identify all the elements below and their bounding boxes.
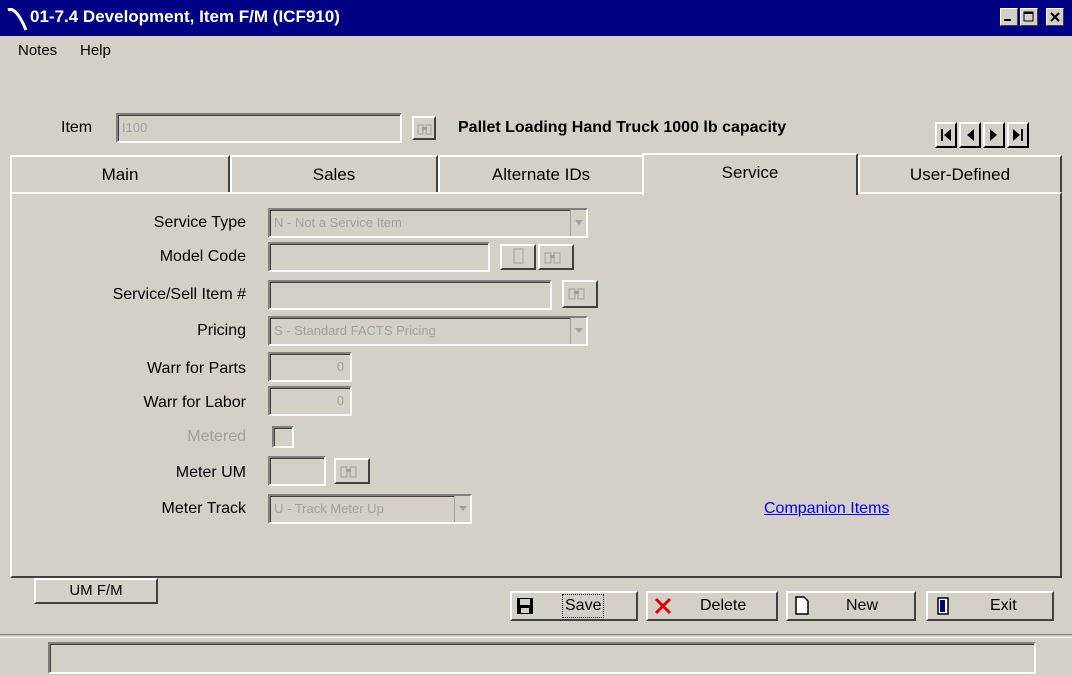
title-bar: 01-7.4 Development, Item F/M (ICF910) — [0, 0, 1072, 36]
chevron-down-icon[interactable] — [454, 496, 470, 522]
chevron-down-icon[interactable] — [570, 318, 586, 344]
nav-first-button[interactable] — [935, 122, 957, 148]
close-icon — [1050, 12, 1060, 22]
tab-alternate-ids[interactable]: Alternate IDs — [438, 155, 644, 193]
metered-label: Metered — [187, 428, 246, 445]
metered-checkbox[interactable] — [272, 426, 294, 448]
item-lookup-button[interactable] — [412, 116, 436, 140]
new-button[interactable]: New — [786, 591, 916, 621]
maximize-button[interactable] — [1020, 8, 1038, 26]
delete-x-icon — [654, 597, 672, 615]
tab-service[interactable]: Service — [642, 153, 858, 195]
status-bar — [48, 642, 1036, 674]
last-record-icon — [1013, 129, 1023, 141]
menu-notes[interactable]: Notes — [18, 42, 57, 59]
model-code-input[interactable] — [268, 242, 490, 272]
minimize-icon — [1004, 19, 1011, 21]
meter-um-input[interactable] — [268, 456, 326, 486]
app-logo-icon — [7, 7, 28, 31]
companion-items-link[interactable]: Companion Items — [764, 500, 889, 518]
item-description: Pallet Loading Hand Truck 1000 lb capaci… — [458, 119, 787, 136]
minimize-button[interactable] — [1000, 8, 1018, 26]
chevron-down-icon[interactable] — [570, 210, 586, 236]
window-title: 01-7.4 Development, Item F/M (ICF910) — [30, 7, 340, 26]
binoculars-icon — [417, 124, 432, 135]
nav-next-button[interactable] — [983, 122, 1005, 148]
service-sell-item-lookup-button[interactable] — [562, 280, 598, 308]
model-code-lookup-button[interactable] — [538, 244, 574, 270]
tab-sales[interactable]: Sales — [230, 155, 438, 193]
meter-track-label: Meter Track — [161, 500, 246, 517]
previous-record-icon — [967, 129, 974, 141]
binoculars-icon — [544, 252, 561, 264]
item-label: Item — [61, 119, 93, 136]
um-fm-button[interactable]: UM F/M — [34, 578, 158, 604]
service-sell-item-label: Service/Sell Item # — [112, 286, 246, 303]
meter-track-select[interactable]: U - Track Meter Up — [268, 494, 472, 524]
meter-um-label: Meter UM — [175, 464, 246, 481]
exit-door-icon — [937, 597, 949, 615]
service-type-label: Service Type — [153, 214, 246, 231]
model-code-label: Model Code — [159, 248, 246, 265]
delete-button[interactable]: Delete — [646, 591, 778, 621]
save-button[interactable]: Save — [510, 591, 638, 621]
maximize-icon — [1023, 11, 1034, 22]
blank-page-icon — [513, 248, 524, 264]
next-record-icon — [990, 129, 997, 141]
menu-help[interactable]: Help — [80, 42, 111, 59]
service-type-select[interactable]: N - Not a Service Item — [268, 208, 588, 238]
pricing-label: Pricing — [197, 322, 246, 339]
nav-previous-button[interactable] — [959, 122, 981, 148]
tab-user-defined[interactable]: User-Defined — [858, 155, 1062, 193]
floppy-disk-icon — [517, 598, 533, 614]
pricing-select[interactable]: S - Standard FACTS Pricing — [268, 316, 588, 346]
service-sell-item-input[interactable] — [268, 280, 552, 310]
tab-main[interactable]: Main — [10, 155, 230, 193]
warr-parts-label: Warr for Parts — [147, 360, 246, 377]
model-code-blank-button[interactable] — [500, 244, 536, 270]
binoculars-icon — [568, 288, 585, 300]
exit-button[interactable]: Exit — [926, 591, 1054, 621]
close-button[interactable] — [1046, 8, 1064, 26]
status-divider — [0, 634, 1072, 638]
warr-parts-input[interactable]: 0 — [268, 352, 352, 382]
meter-um-lookup-button[interactable] — [334, 458, 370, 484]
binoculars-icon — [340, 466, 357, 478]
item-input[interactable]: I100 — [116, 113, 402, 143]
warr-labor-input[interactable]: 0 — [268, 386, 352, 416]
new-document-icon — [795, 596, 809, 615]
nav-last-button[interactable] — [1007, 122, 1029, 148]
first-record-icon — [941, 129, 951, 141]
warr-labor-label: Warr for Labor — [143, 394, 246, 411]
